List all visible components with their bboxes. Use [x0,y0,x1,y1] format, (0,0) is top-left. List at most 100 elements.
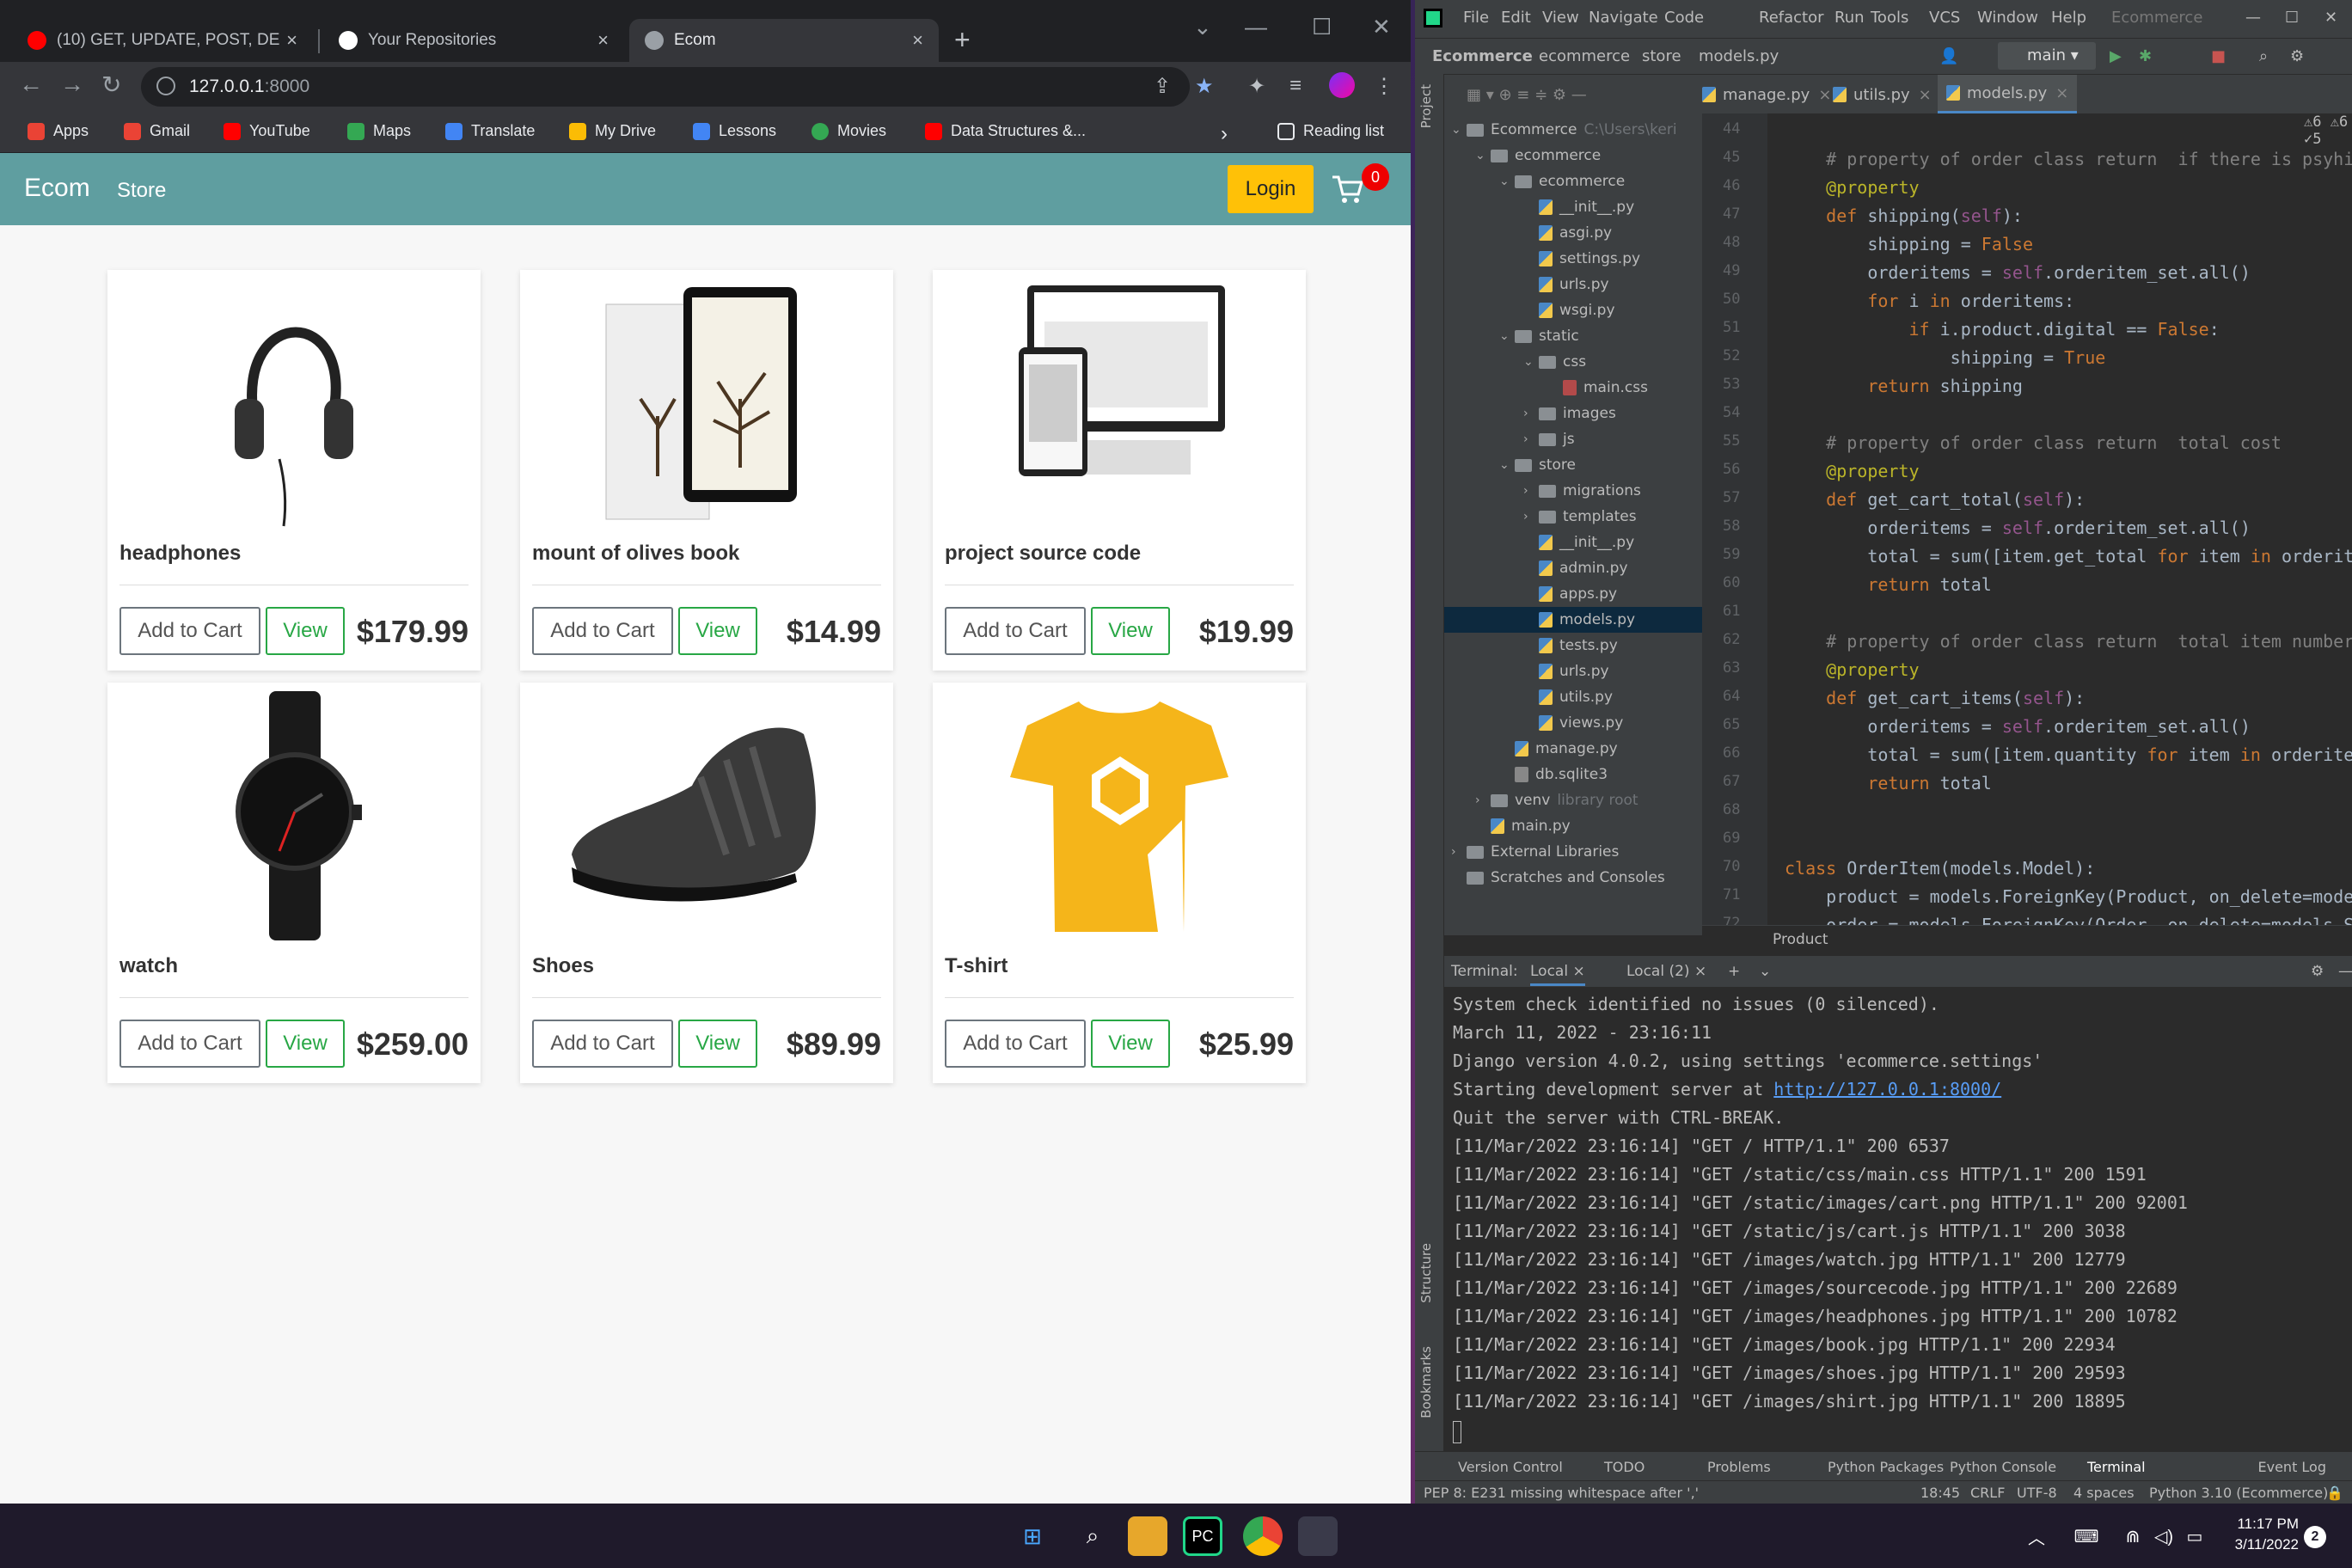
expand-arrow-icon[interactable]: › [1451,845,1467,859]
tree-item[interactable]: db.sqlite3 [1444,762,1702,787]
menu-view[interactable]: View [1542,9,1579,27]
tool-tab[interactable]: Python Packages [1828,1459,1944,1475]
settings-icon[interactable]: ⚙ [2311,963,2324,980]
extensions-icon[interactable]: ✦ [1248,74,1265,99]
tree-item[interactable]: ⌄ static [1444,323,1702,349]
menu-help[interactable]: Help [2051,9,2086,27]
crumb-store[interactable]: store [1642,47,1681,65]
tree-item[interactable]: ⌄ ecommerce [1444,168,1702,194]
inspection-widget[interactable]: ⚠6 ⚠6 ✓5 [2304,113,2352,148]
bookmark-drive[interactable]: My Drive [569,122,656,140]
tree-item[interactable]: __init__.py [1444,530,1702,555]
tree-item[interactable]: manage.py [1444,736,1702,762]
share-icon[interactable]: ⇪ [1154,74,1171,99]
expand-arrow-icon[interactable]: ⌄ [1499,329,1515,343]
tool-tab[interactable]: Terminal [2087,1459,2146,1475]
tree-item[interactable]: ⌄ css [1444,349,1702,375]
expand-arrow-icon[interactable]: ⌄ [1475,149,1491,162]
pycharm-taskbar-icon[interactable]: PC [1183,1516,1222,1556]
maximize-button[interactable]: ☐ [2285,9,2299,27]
bookmarks-tool-tab[interactable]: Bookmarks [1418,1346,1434,1418]
view-button[interactable]: View [1091,1020,1170,1068]
add-to-cart-button[interactable]: Add to Cart [532,607,673,655]
tab-github[interactable]: Your Repositories × [323,19,624,62]
menu-edit[interactable]: Edit [1501,9,1531,27]
search-icon[interactable]: ⌕ [1073,1516,1112,1556]
terminal-tab-local[interactable]: Local × [1530,963,1585,986]
tree-item[interactable]: asgi.py [1444,220,1702,246]
clock[interactable]: 11:17 PM 3/11/2022 [2213,1514,2299,1555]
tree-item[interactable]: settings.py [1444,246,1702,272]
debug-icon[interactable]: ✱ [2139,47,2152,65]
add-to-cart-button[interactable]: Add to Cart [945,607,1086,655]
hide-icon[interactable]: — [2338,963,2352,980]
project-tool-tab[interactable]: Project [1418,84,1434,128]
new-terminal-icon[interactable]: + [1728,963,1740,980]
expand-arrow-icon[interactable]: ⌄ [1499,458,1515,472]
crumb-file[interactable]: models.py [1699,47,1779,65]
add-to-cart-button[interactable]: Add to Cart [532,1020,673,1068]
bookmark-gmail[interactable]: Gmail [124,122,190,140]
tree-item[interactable]: › venv library root [1444,787,1702,813]
expand-arrow-icon[interactable]: › [1523,484,1539,498]
tool-tab[interactable]: Python Console [1950,1459,2056,1475]
bookmark-movies[interactable]: Movies [812,122,886,140]
close-window-button[interactable]: ✕ [1372,14,1391,40]
tree-item[interactable]: ⌄ ecommerce [1444,143,1702,168]
settings-icon[interactable]: ⚙ [2290,47,2304,65]
menu-icon[interactable]: ⋮ [1374,74,1394,99]
bookmark-star-icon[interactable]: ★ [1195,74,1214,99]
view-button[interactable]: View [266,607,345,655]
tree-item[interactable]: models.py [1444,607,1702,633]
tab-search-icon[interactable]: ⌄ [1193,14,1212,40]
terminal-tab-local2[interactable]: Local (2) × [1626,963,1706,980]
tree-item[interactable]: › images [1444,401,1702,426]
battery-icon[interactable]: ▭ [2175,1516,2214,1556]
expand-arrow-icon[interactable]: › [1523,510,1539,524]
add-to-cart-button[interactable]: Add to Cart [119,607,260,655]
file-tab-manage[interactable]: manage.py × [1694,75,1840,114]
tree-item[interactable]: › js [1444,426,1702,452]
code-editor[interactable]: 44 45 46 47 48 49 50 51 52 53 54 55 56 57 58 59 60 61 62 63… [1702,113,2352,935]
tree-item[interactable]: › templates [1444,504,1702,530]
chrome-taskbar-icon[interactable] [1243,1516,1283,1556]
menu-run[interactable]: Run [1834,9,1865,27]
tree-item[interactable]: wsgi.py [1444,297,1702,323]
tree-item[interactable]: › External Libraries [1444,839,1702,865]
search-icon[interactable]: ⌕ [2259,47,2268,65]
tool-tab[interactable]: TODO [1604,1459,1645,1475]
bookmark-translate[interactable]: Translate [445,122,535,140]
login-button[interactable]: Login [1228,165,1314,213]
tree-item[interactable]: urls.py [1444,658,1702,684]
nav-store-link[interactable]: Store [117,179,166,203]
view-button[interactable]: View [678,1020,757,1068]
bookmarks-overflow-icon[interactable]: › [1221,122,1228,146]
close-tab-icon[interactable]: × [1919,86,1932,104]
status-interpreter[interactable]: Python 3.10 (Ecommerce) [2149,1485,2328,1501]
lock-icon[interactable]: 🔒 [2326,1485,2343,1501]
snipping-tool-icon[interactable] [1298,1516,1338,1556]
view-button[interactable]: View [1091,607,1170,655]
expand-arrow-icon[interactable]: ⌄ [1523,355,1539,369]
user-icon[interactable]: 👤 [1939,47,1958,65]
info-icon[interactable] [156,77,175,95]
address-bar[interactable]: 127.0.0.1:8000 [141,67,1190,107]
start-icon[interactable]: ⊞ [1013,1516,1052,1556]
tree-item[interactable]: urls.py [1444,272,1702,297]
menu-refactor[interactable]: Refactor [1759,9,1824,27]
close-tab-icon[interactable]: × [597,29,609,52]
view-button[interactable]: View [266,1020,345,1068]
tool-tab[interactable]: Problems [1707,1459,1771,1475]
close-tab-icon[interactable]: × [2055,84,2068,102]
bookmark-lessons[interactable]: Lessons [693,122,776,140]
menu-navigate[interactable]: Navigate [1589,9,1658,27]
menu-vcs[interactable]: VCS [1929,9,1960,27]
terminal-output[interactable]: System check identified no issues (0 sil… [1444,987,2352,1455]
tree-item[interactable]: main.py [1444,813,1702,839]
file-explorer-icon[interactable] [1128,1516,1167,1556]
file-tab-models[interactable]: models.py × [1938,75,2078,114]
tree-item[interactable]: views.py [1444,710,1702,736]
expand-arrow-icon[interactable]: › [1523,407,1539,420]
menu-window[interactable]: Window [1977,9,2038,27]
project-view-toggle[interactable]: ▦ ▾ ⊕ ≡ ≑ ⚙ — [1458,75,1596,114]
